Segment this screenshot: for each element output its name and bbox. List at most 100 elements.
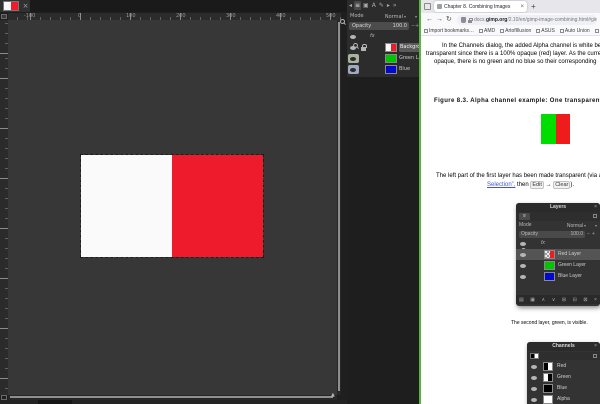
dialog-channel-row-blue: Blue [527, 383, 600, 394]
dialog-title: Layers [516, 203, 600, 212]
folder-icon [595, 29, 599, 33]
channel-thumbnail [543, 362, 553, 371]
duplicate-layer-icon: ⊞ [562, 297, 566, 303]
opacity-value: 100.0 [393, 22, 407, 30]
mode-switch-icon[interactable] [414, 12, 417, 22]
https-lock-icon[interactable] [468, 20, 472, 23]
layer-row-background[interactable]: Background [347, 42, 420, 53]
bookmarks-bar: Import bookmarks… AMD ArtofIllusion ASUS… [421, 26, 600, 36]
canvas[interactable] [8, 20, 337, 395]
ruler-label: 300 [226, 13, 236, 20]
dialog-layer-row-green: Green Layer [516, 260, 600, 271]
image-tab-close-button[interactable]: × [21, 1, 30, 11]
browser-tab-bar: Chapter 8. Combining Images × + [421, 0, 600, 13]
navigation-corner-icon[interactable]: ▲ [331, 392, 335, 398]
dock-tab-history-icon[interactable]: ✎ [378, 1, 385, 10]
browser-tab[interactable]: Chapter 8. Combining Images × [434, 1, 527, 12]
shield-icon[interactable] [461, 17, 466, 23]
channel-name: Alpha [557, 395, 570, 404]
page-content: In the Channels dialog, the added Alpha … [421, 36, 600, 404]
bookmark-folder[interactable]: ArtofIllusion [500, 28, 531, 34]
dialog-titlebar: Layers × [516, 203, 600, 212]
merge-layer-icon: ⊟ [573, 297, 577, 303]
ruler-corner-button[interactable] [1, 14, 7, 19]
layer-name[interactable]: Blue [399, 65, 410, 74]
bookmark-label: Import bookmarks… [429, 28, 474, 34]
bookmark-folder[interactable]: Auto Union [560, 28, 590, 34]
new-tab-button[interactable]: + [531, 2, 536, 12]
selection-link[interactable]: Selection”, [487, 182, 515, 188]
opacity-slider[interactable]: Opacity 100.0 [349, 22, 409, 30]
dock-tab-menu-icon[interactable]: » [392, 1, 398, 10]
dialog-channel-row-alpha: Alpha [527, 394, 600, 404]
channel-thumbnail [543, 395, 553, 404]
dock-tab-layers-icon[interactable]: ≡ [354, 1, 361, 10]
visibility-eye-icon [531, 387, 537, 391]
back-button[interactable]: ← [426, 16, 433, 24]
tab-close-icon[interactable]: × [520, 4, 524, 10]
bookmark-label: Auto Union [565, 28, 590, 34]
channel-name: Green [557, 373, 571, 382]
visibility-toggle[interactable] [348, 65, 359, 74]
address-bar[interactable]: docs.gimp.org/2.10/en/gimp-image-combini… [457, 15, 597, 25]
horizontal-scrollbar-thumb[interactable] [10, 396, 333, 398]
visibility-eye-icon [531, 398, 537, 402]
url-pre: docs. [474, 17, 486, 23]
bookmark-label: ArtofIllusion [505, 28, 531, 34]
bookmark-folder[interactable]: Bark nuggets [595, 28, 600, 34]
mask-icon: ⊠ [583, 297, 587, 303]
favicon [437, 4, 442, 9]
folder-icon [500, 29, 504, 33]
channel-thumbnail [543, 373, 553, 382]
ruler-label: 500 [326, 13, 336, 20]
visibility-eye-icon[interactable] [350, 46, 356, 50]
channel-thumbnail [543, 384, 553, 393]
dock-tab-prev-icon[interactable]: ◂ [348, 1, 353, 10]
dock-empty-area [347, 77, 420, 404]
bookmark-folder[interactable]: AMD [479, 28, 495, 34]
mode-dropdown[interactable]: Normal [385, 12, 406, 22]
bookmark-folder[interactable]: ASUS [536, 28, 555, 34]
lower-layer-icon: ∨ [552, 297, 556, 303]
ruler-label: 200 [176, 13, 186, 20]
figure-image [541, 114, 570, 144]
image-red-half [172, 155, 263, 257]
dock-tab-next-icon[interactable]: ▸ [386, 1, 391, 10]
dock-tab-paths-icon[interactable]: A [371, 1, 377, 10]
dialog-opacity-slider: Opacity 100.0 [519, 231, 585, 238]
reload-button[interactable]: ↻ [446, 16, 452, 24]
visibility-eye-icon [531, 365, 537, 369]
browser-window: Chapter 8. Combining Images × + ← → ↻ do… [421, 0, 600, 404]
vertical-scrollbar-thumb[interactable] [338, 22, 340, 391]
channel-name: Red [557, 362, 566, 371]
opacity-value: 100.0 [570, 230, 583, 239]
fx-icon: fx [541, 239, 545, 248]
dialog-lock-row: fx [516, 239, 600, 248]
layer-thumbnail [385, 54, 397, 63]
tab-overview-icon[interactable] [424, 3, 431, 10]
canvas-vertical-scrollbar[interactable] [337, 20, 341, 395]
layer-row-blue[interactable]: Blue [347, 64, 420, 75]
layer-thumbnail [544, 272, 555, 281]
dialog-mode-row: Mode Normal [516, 221, 600, 230]
folder-icon [536, 29, 540, 33]
gimp-window: × -100 0 100 200 300 400 500 [0, 0, 420, 404]
import-bookmarks-button[interactable]: Import bookmarks… [424, 28, 474, 34]
ruler-label: -100 [24, 13, 35, 20]
visibility-toggle[interactable] [348, 54, 359, 63]
dock-tab-channels-icon[interactable]: ▣ [362, 1, 370, 10]
eye-icon [520, 242, 526, 246]
forward-button[interactable]: → [436, 16, 443, 24]
layer-name: Green Layer [558, 261, 586, 270]
fx-icon[interactable]: fx [370, 32, 375, 41]
layer-row-green[interactable]: Green Layer [347, 53, 420, 64]
zoom-follow-window-icon[interactable] [340, 19, 345, 24]
layers-dialog-screenshot: Layers × ≡ Mode Normal Opacity 100.0 − [516, 203, 600, 306]
tab-title: Chapter 8. Combining Images [444, 4, 518, 10]
channels-dialog-screenshot: Channels × Red Green [527, 342, 600, 404]
dialog-layer-row-blue: Blue Layer [516, 271, 600, 282]
eye-icon[interactable] [350, 35, 356, 39]
canvas-image-with-selection[interactable] [80, 154, 264, 258]
layer-thumbnail [544, 261, 555, 270]
figure-title: Figure 8.3. Alpha channel example: One t… [434, 98, 600, 104]
